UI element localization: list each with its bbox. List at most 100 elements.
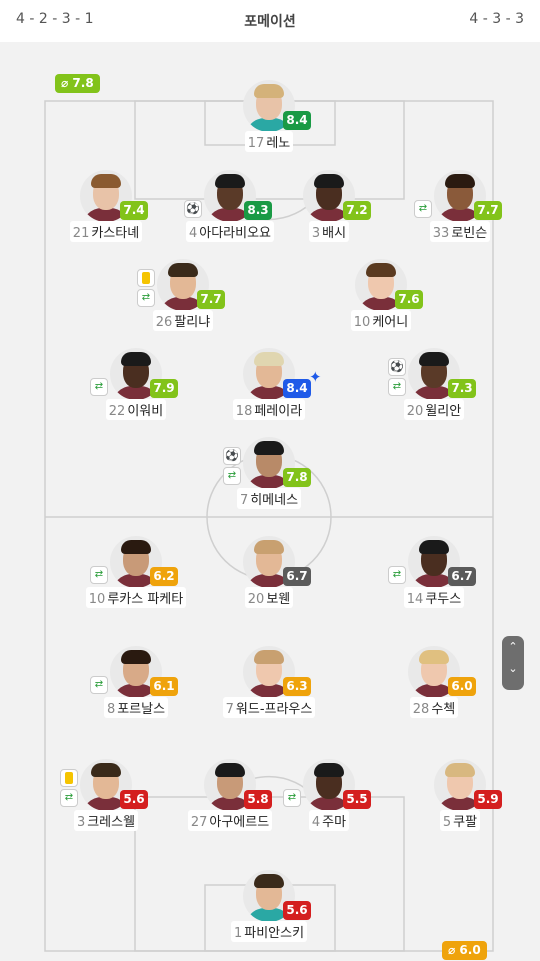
player-robinson[interactable]: 7.7 ⇄ 33 로빈슨 [400,170,520,242]
player-number: 14 [406,592,424,607]
player-name: 워드-프라우스 [235,702,313,717]
player-label: 33 로빈슨 [400,221,520,242]
hair-shape [254,650,284,664]
player-pereira[interactable]: 8.4 ✦ 18 페레이라 [209,348,329,420]
player-label-box: 33 로빈슨 [429,221,491,242]
player-rating: 6.3 [283,677,311,696]
page-title: 포메이션 [244,14,296,30]
player-number: 21 [72,226,90,241]
hair-shape [445,174,475,188]
player-label: 10 케어니 [321,310,441,331]
player-name: 크레스웰 [87,815,136,830]
player-label: 20 윌리안 [374,399,494,420]
player-iwobi[interactable]: 7.9 ⇄ 22 이워비 [76,348,196,420]
player-kudus[interactable]: 6.7 ⇄ 14 쿠두스 [374,536,494,608]
player-label-box: 20 보웬 [244,587,294,608]
player-rating: 8.4 [283,379,311,398]
player-coufal[interactable]: 5.9 5 쿠팔 [400,759,520,831]
player-name: 아구에르드 [209,815,270,830]
player-rating: 7.4 [120,201,148,220]
player-number: 26 [155,315,173,330]
yellow-card-icon [137,269,155,287]
substitution-icon: ⇄ [414,200,432,218]
average-icon: ⌀ [61,76,69,90]
player-number: 1 [233,926,243,941]
player-rating: 5.8 [244,790,272,809]
player-number: 4 [311,815,321,830]
player-label: 21 카스타녜 [46,221,166,242]
hair-shape [419,540,449,554]
player-label-box: 14 쿠두스 [403,587,465,608]
hair-shape [254,540,284,554]
player-cairney[interactable]: 7.6 10 케어니 [321,259,441,331]
player-castagne[interactable]: 7.4 21 카스타녜 [46,170,166,242]
substitution-icon: ⇄ [90,566,108,584]
scroll-up-icon[interactable]: ⌃ [502,636,524,658]
player-number: 20 [406,404,424,419]
hair-shape [215,763,245,777]
player-number: 3 [76,815,86,830]
player-rating: 8.3 [244,201,272,220]
player-label: 14 쿠두스 [374,587,494,608]
player-name: 이워비 [127,404,164,419]
player-cresswell[interactable]: 5.6 ⇄ 3 크레스웰 [46,759,166,831]
player-name: 아다라비오요 [199,226,272,241]
substitution-icon: ⇄ [283,789,301,807]
player-label-box: 10 케어니 [350,310,412,331]
away-team-rating-value: 6.0 [459,943,481,957]
goal-ball-icon: ⚽ [184,200,202,218]
player-name: 로빈슨 [451,226,488,241]
player-label: 7 워드-프라우스 [209,697,329,718]
player-paqueta[interactable]: 6.2 ⇄ 10 루카스 파케타 [76,536,196,608]
player-rating: 7.8 [283,468,311,487]
player-jimenez[interactable]: 7.8 ⚽ ⇄ 7 히메네스 [209,437,329,509]
hair-shape [121,352,151,366]
player-name: 레노 [266,136,291,151]
player-label: 28 수첵 [374,697,494,718]
hair-shape [254,874,284,888]
scroll-control[interactable]: ⌃ ⌄ [502,636,524,690]
player-reno[interactable]: 8.4 17 레노 [209,80,329,152]
player-number: 7 [225,702,234,717]
substitution-icon: ⇄ [223,467,241,485]
substitution-icon: ⇄ [90,676,108,694]
player-rating: 7.6 [395,290,423,309]
hair-shape [215,174,245,188]
player-label-box: 21 카스타녜 [69,221,143,242]
substitution-icon: ⇄ [90,378,108,396]
player-label-box: 3 크레스웰 [73,810,139,831]
hair-shape [168,263,198,277]
home-team-rating-value: 7.8 [72,76,94,90]
goal-ball-icon: ⚽ [388,358,406,376]
hair-shape [121,540,151,554]
player-bowen[interactable]: 6.7 20 보웬 [209,536,329,608]
player-name: 히메네스 [250,493,299,508]
player-ward-prowse[interactable]: 6.3 7 워드-프라우스 [209,646,329,718]
scroll-down-icon[interactable]: ⌄ [502,658,524,680]
player-palhinha[interactable]: 7.7 ⇄ 26 팔리냐 [123,259,243,331]
player-zouma[interactable]: 5.5 ⇄ 4 주마 [269,759,389,831]
player-number: 27 [190,815,208,830]
player-rating: 5.9 [474,790,502,809]
substitution-icon: ⇄ [388,566,406,584]
header-divider [0,42,540,53]
player-willian[interactable]: 7.3 ⚽ ⇄ 20 윌리안 [374,348,494,420]
hair-shape [254,84,284,98]
player-number: 10 [353,315,371,330]
player-soler[interactable]: 6.1 ⇄ 8 포르날스 [76,646,196,718]
player-number: 28 [412,702,430,717]
player-number: 22 [108,404,126,419]
player-fabianski[interactable]: 5.6 1 파비안스키 [209,870,329,942]
player-name: 포르날스 [117,702,166,717]
player-label-box: 22 이워비 [105,399,167,420]
player-soucek[interactable]: 6.0 28 수첵 [374,646,494,718]
player-bassey[interactable]: 7.2 3 배시 [269,170,389,242]
average-icon: ⌀ [448,943,456,957]
player-label: 7 히메네스 [209,488,329,509]
player-number: 8 [106,702,116,717]
hair-shape [121,650,151,664]
player-label: 20 보웬 [209,587,329,608]
player-label: 10 루카스 파케타 [76,587,196,608]
player-number: 4 [188,226,198,241]
goal-ball-icon: ⚽ [223,447,241,465]
